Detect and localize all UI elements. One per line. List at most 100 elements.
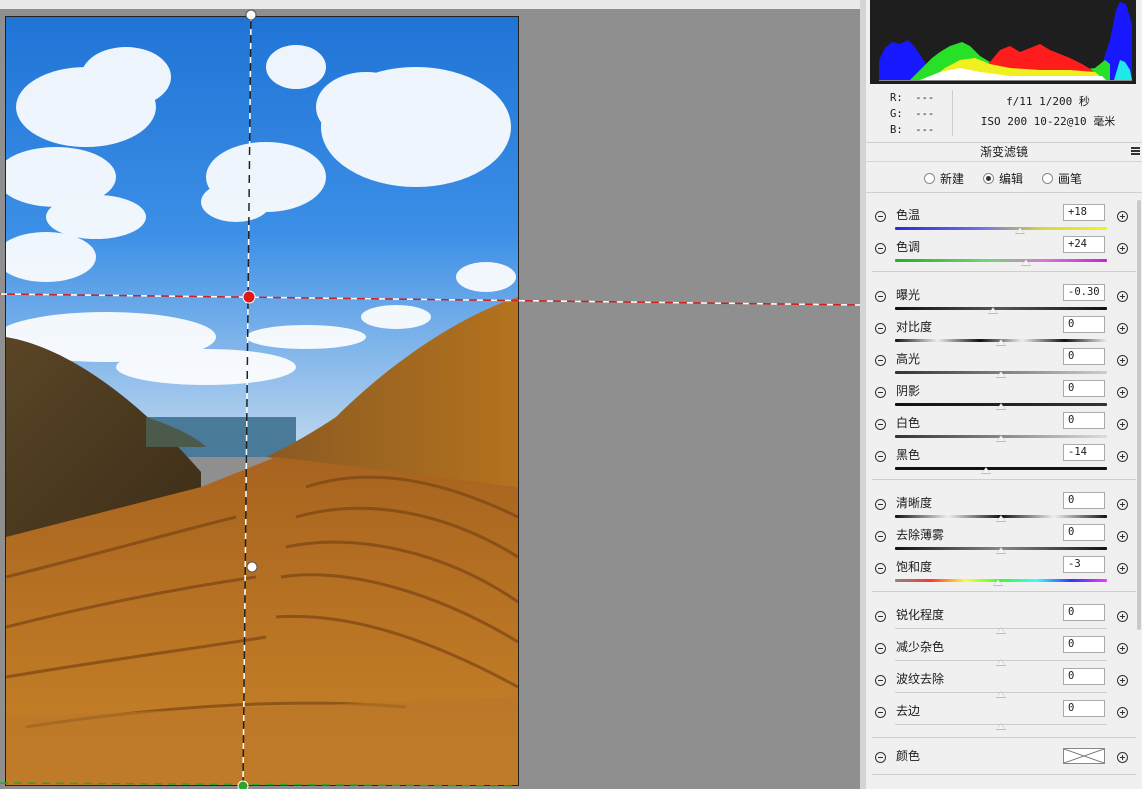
slider-label: 白色 <box>896 416 921 430</box>
plus-icon[interactable] <box>1117 563 1128 574</box>
plus-icon[interactable] <box>1117 499 1128 510</box>
canvas-area[interactable] <box>0 0 860 789</box>
plus-icon[interactable] <box>1117 707 1128 718</box>
slider-track[interactable] <box>895 307 1107 310</box>
mode-new[interactable]: 新建 <box>924 170 964 187</box>
minus-icon[interactable] <box>875 243 886 254</box>
plus-icon[interactable] <box>1117 387 1128 398</box>
slider-thumb[interactable] <box>996 435 1006 442</box>
slider-value-input[interactable]: +18 <box>1063 204 1105 221</box>
slider-value-input[interactable]: 0 <box>1063 668 1105 685</box>
minus-icon[interactable] <box>875 211 886 222</box>
slider-value-input[interactable]: -0.30 <box>1063 284 1105 301</box>
minus-icon[interactable] <box>875 499 886 510</box>
row-color: 颜色 <box>866 744 1142 776</box>
exif-line-1: f/11 1/200 秒 <box>1006 95 1090 108</box>
slider-value-input[interactable]: 0 <box>1063 700 1105 717</box>
canvas-top-strip <box>0 0 860 9</box>
rgb-r: R: --- <box>890 92 935 104</box>
slider-value-input[interactable]: 0 <box>1063 604 1105 621</box>
slider-value-input[interactable]: 0 <box>1063 524 1105 541</box>
slider-label: 曝光 <box>896 288 921 302</box>
plus-icon[interactable] <box>1117 211 1128 222</box>
exif-line-2: ISO 200 10-22@10 毫米 <box>980 115 1116 128</box>
minus-icon[interactable] <box>875 323 886 334</box>
slider-thumb[interactable] <box>1021 259 1032 266</box>
slider-label: 色调 <box>896 240 921 254</box>
slider-value-input[interactable]: 0 <box>1063 636 1105 653</box>
mode-brush[interactable]: 画笔 <box>1042 170 1082 187</box>
slider-thumb[interactable] <box>987 307 998 314</box>
minus-icon[interactable] <box>875 563 886 574</box>
radio-brush-icon[interactable] <box>1042 173 1053 184</box>
slider-value-input[interactable]: +24 <box>1063 236 1105 253</box>
slider-value-input[interactable]: 0 <box>1063 412 1105 429</box>
slider-value-input[interactable]: 0 <box>1063 492 1105 509</box>
minus-icon[interactable] <box>875 419 886 430</box>
slider-thumb[interactable] <box>992 579 1003 586</box>
slider-thumb[interactable] <box>996 371 1006 378</box>
slider-row: 饱和度 -3 <box>866 555 1142 587</box>
minus-icon[interactable] <box>875 291 886 302</box>
slider-track[interactable] <box>895 467 1107 470</box>
plus-icon[interactable] <box>1117 451 1128 462</box>
slider-label: 饱和度 <box>896 560 933 574</box>
slider-thumb[interactable] <box>996 627 1006 634</box>
minus-icon[interactable] <box>875 355 886 366</box>
slider-row: 对比度 0 <box>866 315 1142 347</box>
slider-thumb[interactable] <box>996 547 1006 554</box>
separator-2 <box>872 591 1136 592</box>
slider-track[interactable] <box>895 227 1107 230</box>
panel-menu-icon[interactable] <box>1131 147 1140 155</box>
color-minus-icon[interactable] <box>875 752 886 763</box>
plus-icon[interactable] <box>1117 243 1128 254</box>
slider-thumb[interactable] <box>996 723 1006 730</box>
rgb-b: B: --- <box>890 124 935 136</box>
minus-icon[interactable] <box>875 531 886 542</box>
slider-label: 清晰度 <box>896 496 933 510</box>
minus-icon[interactable] <box>875 451 886 462</box>
plus-icon[interactable] <box>1117 643 1128 654</box>
slider-thumb[interactable] <box>996 403 1006 410</box>
plus-icon[interactable] <box>1117 531 1128 542</box>
photo-preview[interactable] <box>5 16 519 786</box>
radio-new-icon[interactable] <box>924 173 935 184</box>
plus-icon[interactable] <box>1117 323 1128 334</box>
separator-0 <box>872 271 1136 272</box>
slider-thumb[interactable] <box>996 515 1006 522</box>
slider-value-input[interactable]: 0 <box>1063 380 1105 397</box>
slider-row: 色温 +18 <box>866 203 1142 235</box>
plus-icon[interactable] <box>1117 611 1128 622</box>
minus-icon[interactable] <box>875 675 886 686</box>
color-plus-icon[interactable] <box>1117 752 1128 763</box>
minus-icon[interactable] <box>875 611 886 622</box>
slider-row: 白色 0 <box>866 411 1142 443</box>
slider-value-input[interactable]: 0 <box>1063 348 1105 365</box>
slider-value-input[interactable]: 0 <box>1063 316 1105 333</box>
slider-row: 锐化程度 0 <box>866 603 1142 635</box>
slider-thumb[interactable] <box>1015 227 1026 234</box>
radio-edit-icon[interactable] <box>983 173 994 184</box>
slider-label: 高光 <box>896 352 921 366</box>
mode-edit[interactable]: 编辑 <box>983 170 1023 187</box>
minus-icon[interactable] <box>875 707 886 718</box>
photo-image <box>6 17 518 785</box>
slider-value-input[interactable]: -3 <box>1063 556 1105 573</box>
plus-icon[interactable] <box>1117 355 1128 366</box>
slider-value-input[interactable]: -14 <box>1063 444 1105 461</box>
slider-thumb[interactable] <box>996 659 1006 666</box>
slider-thumb[interactable] <box>996 339 1006 346</box>
slider-thumb[interactable] <box>996 691 1006 698</box>
plus-icon[interactable] <box>1117 419 1128 430</box>
minus-icon[interactable] <box>875 643 886 654</box>
plus-icon[interactable] <box>1117 675 1128 686</box>
minus-icon[interactable] <box>875 387 886 398</box>
slider-thumb[interactable] <box>981 467 992 474</box>
histogram <box>870 0 1136 84</box>
color-swatch[interactable] <box>1063 748 1105 764</box>
slider-row: 去边 0 <box>866 699 1142 731</box>
slider-track[interactable] <box>895 259 1107 262</box>
slider-row: 减少杂色 0 <box>866 635 1142 667</box>
mode-new-label: 新建 <box>940 172 965 186</box>
plus-icon[interactable] <box>1117 291 1128 302</box>
